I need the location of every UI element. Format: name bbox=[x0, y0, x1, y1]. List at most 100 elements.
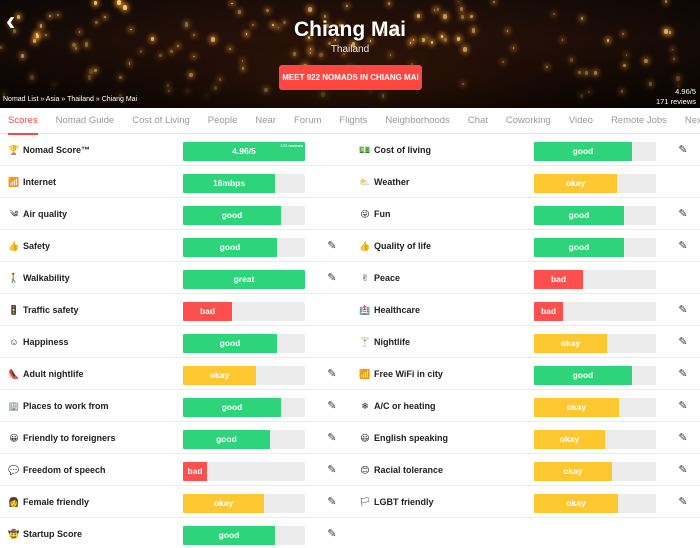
score-label-places-to-work-from: 🏢 Places to work from bbox=[8, 390, 108, 422]
lantern-light bbox=[49, 15, 51, 17]
score-label-text: Adult nightlife bbox=[23, 369, 84, 379]
rocket-face-icon: 🤠 bbox=[8, 529, 20, 539]
tab-neighborhoods[interactable]: Neighborhoods bbox=[385, 108, 449, 134]
edit-pencil-icon[interactable]: ✎ bbox=[676, 326, 690, 358]
score-value: okay bbox=[559, 434, 580, 444]
lantern-light bbox=[553, 12, 555, 15]
score-bar-lgbt-friendly[interactable]: okay bbox=[534, 494, 656, 513]
score-bar-nomad-score[interactable]: 4.96/5 171 reviews bbox=[183, 142, 305, 161]
score-value: good bbox=[572, 146, 594, 156]
edit-pencil-icon[interactable]: ✎ bbox=[325, 230, 339, 262]
tab-chat[interactable]: Chat bbox=[468, 108, 488, 134]
edit-pencil-icon[interactable]: ✎ bbox=[676, 358, 690, 390]
score-bar-freedom-of-speech[interactable]: bad bbox=[183, 462, 305, 481]
trophy-icon: 🏆 bbox=[8, 145, 20, 155]
score-bar-peace[interactable]: bad bbox=[534, 270, 656, 289]
score-bar-fun[interactable]: good bbox=[534, 206, 656, 225]
score-bar-internet[interactable]: 16mbps bbox=[183, 174, 305, 193]
score-bar-air-quality[interactable]: good bbox=[183, 206, 305, 225]
score-label-text: Free WiFi in city bbox=[374, 369, 443, 379]
score-label-nightlife: 🍸 Nightlife bbox=[359, 326, 410, 358]
lantern-light bbox=[458, 0, 460, 3]
edit-pencil-icon[interactable]: ✎ bbox=[325, 454, 339, 486]
edit-pencil-icon[interactable]: ✎ bbox=[325, 518, 339, 548]
country-name: Thailand bbox=[330, 44, 370, 55]
edit-pencil-icon[interactable]: ✎ bbox=[676, 134, 690, 166]
edit-pencil-icon[interactable]: ✎ bbox=[325, 358, 339, 390]
score-label-text: A/C or heating bbox=[374, 401, 436, 411]
score-label-traffic-safety: 🚦 Traffic safety bbox=[8, 294, 79, 326]
score-label-weather: ⛅ Weather bbox=[359, 166, 409, 198]
score-label-healthcare: 🏥 Healthcare bbox=[359, 294, 420, 326]
tab-people[interactable]: People bbox=[208, 108, 238, 134]
score-bar-traffic-safety[interactable]: bad bbox=[183, 302, 305, 321]
tab-scores[interactable]: Scores bbox=[8, 108, 38, 135]
score-label-text: Safety bbox=[23, 241, 51, 251]
tab-cost-of-living[interactable]: Cost of Living bbox=[132, 108, 190, 134]
edit-pencil-icon[interactable]: ✎ bbox=[676, 294, 690, 326]
score-label-happiness: ☺ Happiness bbox=[8, 326, 68, 358]
breadcrumb[interactable]: Nomad List » Asia » Thailand » Chiang Ma… bbox=[3, 96, 137, 103]
score-bar-nightlife[interactable]: okay bbox=[534, 334, 656, 353]
tab-flights[interactable]: Flights bbox=[339, 108, 367, 134]
score-bar-weather[interactable]: okay bbox=[534, 174, 656, 193]
score-bar-safety[interactable]: good bbox=[183, 238, 305, 257]
lantern-light bbox=[345, 4, 348, 8]
score-label-safety: 👍 Safety bbox=[8, 230, 50, 262]
tab-remote-jobs[interactable]: Remote Jobs bbox=[611, 108, 667, 134]
edit-pencil-icon[interactable]: ✎ bbox=[676, 486, 690, 518]
score-bar-startup-score[interactable]: good bbox=[183, 526, 305, 545]
edit-pencil-icon[interactable]: ✎ bbox=[676, 390, 690, 422]
score-bar-free-wifi-in-city[interactable]: good bbox=[534, 366, 656, 385]
score-value: okay bbox=[209, 370, 230, 380]
score-label-freedom-of-speech: 💬 Freedom of speech bbox=[8, 454, 105, 486]
score-bar-female-friendly[interactable]: okay bbox=[183, 494, 305, 513]
wind-icon: ༄ bbox=[9, 209, 19, 219]
score-bar-friendly-to-foreigners[interactable]: good bbox=[183, 430, 305, 449]
score-label-text: Peace bbox=[374, 273, 401, 283]
score-label-friendly-to-foreigners: 😀 Friendly to foreigners bbox=[8, 422, 116, 454]
score-bar-adult-nightlife[interactable]: okay bbox=[183, 366, 305, 385]
score-value: bad bbox=[550, 274, 567, 284]
score-value: 16mbps bbox=[212, 178, 246, 188]
edit-pencil-icon[interactable]: ✎ bbox=[676, 230, 690, 262]
score-bar-racial-tolerance[interactable]: okay bbox=[534, 462, 656, 481]
edit-pencil-icon[interactable]: ✎ bbox=[325, 262, 339, 294]
edit-pencil-icon[interactable]: ✎ bbox=[676, 422, 690, 454]
edit-pencil-icon[interactable]: ✎ bbox=[325, 390, 339, 422]
edit-pencil-icon[interactable]: ✎ bbox=[325, 486, 339, 518]
tab-next[interactable]: Next bbox=[685, 108, 700, 134]
score-bar-a-c-or-heating[interactable]: okay bbox=[534, 398, 656, 417]
lantern-light bbox=[433, 9, 435, 12]
score-bar-walkability[interactable]: great bbox=[183, 270, 305, 289]
score-label-text: Traffic safety bbox=[23, 305, 79, 315]
score-bar-quality-of-life[interactable]: good bbox=[534, 238, 656, 257]
score-label-text: Friendly to foreigners bbox=[23, 433, 116, 443]
meet-nomads-button[interactable]: MEET 922 NOMADS IN CHIANG MAI bbox=[279, 65, 422, 90]
smile-icon: 😊 bbox=[360, 465, 370, 475]
edit-pencil-icon[interactable]: ✎ bbox=[325, 422, 339, 454]
score-label-text: Cost of living bbox=[374, 145, 431, 155]
edit-pencil-icon[interactable]: ✎ bbox=[676, 198, 690, 230]
score-bar-happiness[interactable]: good bbox=[183, 334, 305, 353]
tab-near[interactable]: Near bbox=[255, 108, 276, 134]
score-bar-places-to-work-from[interactable]: good bbox=[183, 398, 305, 417]
tab-video[interactable]: Video bbox=[569, 108, 593, 134]
score-row: 👠 Adult nightlife okay ✎ 📶 Free WiFi in city g… bbox=[0, 358, 700, 390]
score-bar-english-speaking[interactable]: okay bbox=[534, 430, 656, 449]
edit-pencil-icon[interactable]: ✎ bbox=[676, 454, 690, 486]
score-label-walkability: 🚶 Walkability bbox=[8, 262, 69, 294]
score-bar-healthcare[interactable]: bad bbox=[534, 302, 656, 321]
smile-icon: ☺ bbox=[9, 337, 19, 347]
score-bar-cost-of-living[interactable]: good bbox=[534, 142, 656, 161]
rating-value: 4.96/5 bbox=[675, 87, 696, 96]
tab-forum[interactable]: Forum bbox=[294, 108, 321, 134]
score-row: 😀 Friendly to foreigners good ✎ 😃 English spe… bbox=[0, 422, 700, 454]
tab-nomad-guide[interactable]: Nomad Guide bbox=[56, 108, 115, 134]
lantern-light bbox=[493, 1, 495, 4]
scores-grid: 🏆 Nomad Score™ 4.96/5 171 reviews 💵 Cost of l… bbox=[0, 134, 700, 548]
score-value: good bbox=[221, 210, 243, 220]
thumbs-up-icon: 👍 bbox=[359, 241, 371, 251]
score-label-lgbt-friendly: 🏳 LGBT friendly bbox=[359, 486, 433, 518]
tab-coworking[interactable]: Coworking bbox=[506, 108, 551, 134]
